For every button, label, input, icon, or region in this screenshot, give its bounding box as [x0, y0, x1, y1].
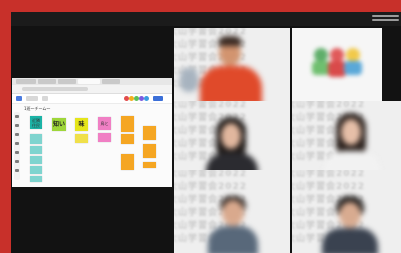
sticky-note[interactable]: 知い [52, 118, 66, 131]
board-logo [16, 96, 22, 101]
video-tile[interactable]: 大山学習会2022 大山学習会2022 大山学習会2022 大山学習会2022 … [292, 170, 401, 253]
sticky-note[interactable]: 味 [75, 118, 88, 131]
share-button[interactable] [153, 96, 163, 101]
video-tile[interactable] [292, 28, 382, 102]
board-menu[interactable] [42, 96, 48, 101]
sticky-note[interactable] [30, 146, 42, 154]
sticky-note[interactable] [121, 134, 134, 144]
sticky-note[interactable] [75, 134, 88, 143]
board-toolbar [12, 94, 172, 104]
sticky-note[interactable] [143, 162, 156, 168]
view-options-button[interactable] [372, 13, 399, 23]
sticky-note[interactable] [121, 116, 134, 132]
sticky-note[interactable] [143, 144, 156, 158]
sticky-note[interactable] [30, 166, 42, 174]
sticky-note[interactable] [30, 134, 42, 144]
video-tile[interactable]: 大山学習会2022 大山学習会2022 大山学習会2022 大山学習会2022 … [174, 28, 290, 102]
tool-palette[interactable] [14, 112, 20, 180]
video-tile[interactable]: 大山学習会2022 大山学習会2022 大山学習会2022 大山学習会2022 … [174, 170, 290, 253]
sticky-note[interactable] [30, 156, 42, 164]
browser-tabs [12, 78, 172, 85]
address-bar[interactable] [12, 85, 172, 94]
sticky-note[interactable]: 鳥と [98, 117, 111, 130]
board-title: 1班〜チーム〜 [24, 106, 51, 111]
sticky-note[interactable] [30, 176, 42, 182]
shared-screen[interactable]: 1班〜チーム〜 近隣住民 知い 味 鳥と [12, 78, 172, 187]
sticky-note[interactable] [121, 154, 134, 170]
sticky-note[interactable] [98, 133, 111, 142]
sticky-note[interactable]: 近隣住民 [30, 116, 42, 129]
meeting-top-bar [11, 12, 401, 26]
board-name[interactable] [26, 96, 38, 101]
video-tile[interactable]: 大山学習会2022 大山学習会2022 大山学習会2022 大山学習会2022 … [292, 101, 401, 175]
zoom-screen: 1班〜チーム〜 近隣住民 知い 味 鳥と 大山学習会2022 大山学習会2022… [0, 0, 401, 253]
url-field[interactable] [22, 87, 88, 91]
sticky-note[interactable] [143, 126, 156, 140]
video-tile[interactable]: 大山学習会2022 大山学習会2022 大山学習会2022 大山学習会2022 … [174, 101, 290, 175]
